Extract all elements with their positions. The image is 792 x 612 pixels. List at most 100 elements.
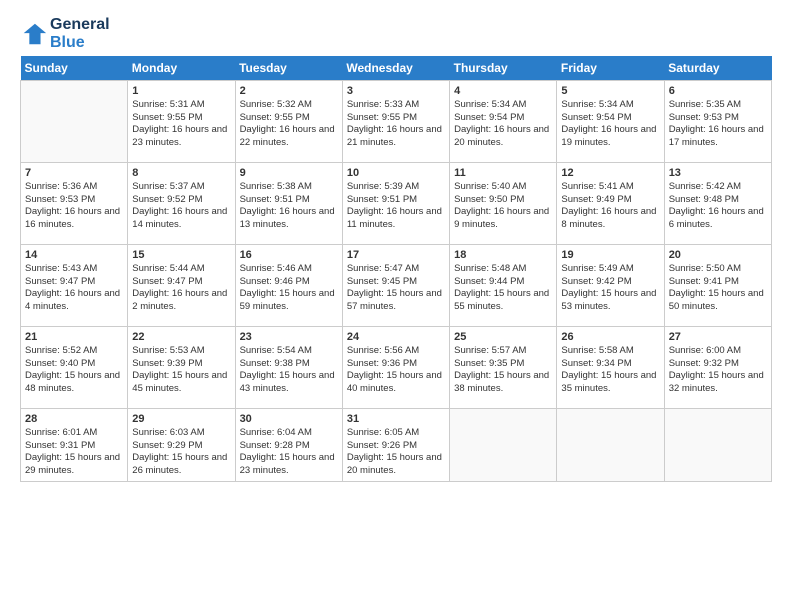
sunrise-text: Sunrise: 6:04 AM — [240, 427, 312, 438]
daylight-text: Daylight: 16 hours and 9 minutes. — [454, 206, 549, 230]
sunset-text: Sunset: 9:32 PM — [669, 358, 739, 369]
day-number: 22 — [132, 331, 144, 343]
daylight-text: Daylight: 15 hours and 29 minutes. — [25, 452, 120, 476]
sunrise-text: Sunrise: 5:35 AM — [669, 99, 741, 110]
day-number: 8 — [132, 167, 138, 179]
day-number: 17 — [347, 249, 359, 261]
day-number: 19 — [561, 249, 573, 261]
sunrise-text: Sunrise: 5:49 AM — [561, 263, 633, 274]
day-number: 5 — [561, 85, 567, 97]
sunrise-text: Sunrise: 5:34 AM — [561, 99, 633, 110]
sunset-text: Sunset: 9:48 PM — [669, 194, 739, 205]
day-number: 23 — [240, 331, 252, 343]
sunset-text: Sunset: 9:31 PM — [25, 440, 95, 451]
sunset-text: Sunset: 9:51 PM — [240, 194, 310, 205]
sunset-text: Sunset: 9:41 PM — [669, 276, 739, 287]
sunrise-text: Sunrise: 6:01 AM — [25, 427, 97, 438]
page-container: General Blue SundayMondayTuesdayWednesda… — [0, 0, 792, 492]
calendar-cell: 9Sunrise: 5:38 AMSunset: 9:51 PMDaylight… — [235, 163, 342, 245]
daylight-text: Daylight: 15 hours and 55 minutes. — [454, 288, 549, 312]
sunset-text: Sunset: 9:40 PM — [25, 358, 95, 369]
calendar-cell — [21, 81, 128, 163]
calendar-week-5: 28Sunrise: 6:01 AMSunset: 9:31 PMDayligh… — [21, 409, 772, 482]
daylight-text: Daylight: 15 hours and 40 minutes. — [347, 370, 442, 394]
sunrise-text: Sunrise: 5:43 AM — [25, 263, 97, 274]
daylight-text: Daylight: 15 hours and 53 minutes. — [561, 288, 656, 312]
calendar-week-4: 21Sunrise: 5:52 AMSunset: 9:40 PMDayligh… — [21, 327, 772, 409]
sunset-text: Sunset: 9:51 PM — [347, 194, 417, 205]
calendar-cell: 22Sunrise: 5:53 AMSunset: 9:39 PMDayligh… — [128, 327, 235, 409]
sunrise-text: Sunrise: 5:58 AM — [561, 345, 633, 356]
sunset-text: Sunset: 9:45 PM — [347, 276, 417, 287]
day-number: 11 — [454, 167, 466, 179]
daylight-text: Daylight: 16 hours and 23 minutes. — [132, 124, 227, 148]
sunrise-text: Sunrise: 5:54 AM — [240, 345, 312, 356]
daylight-text: Daylight: 16 hours and 13 minutes. — [240, 206, 335, 230]
daylight-text: Daylight: 16 hours and 20 minutes. — [454, 124, 549, 148]
logo-text: General Blue — [50, 16, 110, 52]
day-number: 25 — [454, 331, 466, 343]
sunrise-text: Sunrise: 5:50 AM — [669, 263, 741, 274]
sunset-text: Sunset: 9:55 PM — [132, 112, 202, 123]
sunset-text: Sunset: 9:47 PM — [25, 276, 95, 287]
daylight-text: Daylight: 15 hours and 50 minutes. — [669, 288, 764, 312]
daylight-text: Daylight: 15 hours and 32 minutes. — [669, 370, 764, 394]
calendar-cell: 19Sunrise: 5:49 AMSunset: 9:42 PMDayligh… — [557, 245, 664, 327]
daylight-text: Daylight: 16 hours and 16 minutes. — [25, 206, 120, 230]
calendar-cell: 6Sunrise: 5:35 AMSunset: 9:53 PMDaylight… — [664, 81, 771, 163]
sunrise-text: Sunrise: 5:46 AM — [240, 263, 312, 274]
header: General Blue — [20, 16, 772, 52]
day-number: 1 — [132, 85, 138, 97]
day-number: 26 — [561, 331, 573, 343]
sunset-text: Sunset: 9:39 PM — [132, 358, 202, 369]
sunset-text: Sunset: 9:49 PM — [561, 194, 631, 205]
sunset-text: Sunset: 9:47 PM — [132, 276, 202, 287]
weekday-header-row: SundayMondayTuesdayWednesdayThursdayFrid… — [21, 56, 772, 81]
day-number: 2 — [240, 85, 246, 97]
day-number: 3 — [347, 85, 353, 97]
weekday-header-saturday: Saturday — [664, 56, 771, 81]
sunrise-text: Sunrise: 5:42 AM — [669, 181, 741, 192]
day-number: 16 — [240, 249, 252, 261]
calendar-week-1: 1Sunrise: 5:31 AMSunset: 9:55 PMDaylight… — [21, 81, 772, 163]
sunrise-text: Sunrise: 6:03 AM — [132, 427, 204, 438]
day-number: 7 — [25, 167, 31, 179]
daylight-text: Daylight: 15 hours and 59 minutes. — [240, 288, 335, 312]
daylight-text: Daylight: 16 hours and 6 minutes. — [669, 206, 764, 230]
daylight-text: Daylight: 16 hours and 14 minutes. — [132, 206, 227, 230]
calendar-cell: 28Sunrise: 6:01 AMSunset: 9:31 PMDayligh… — [21, 409, 128, 482]
daylight-text: Daylight: 16 hours and 2 minutes. — [132, 288, 227, 312]
calendar-cell: 14Sunrise: 5:43 AMSunset: 9:47 PMDayligh… — [21, 245, 128, 327]
sunrise-text: Sunrise: 5:41 AM — [561, 181, 633, 192]
calendar-cell: 25Sunrise: 5:57 AMSunset: 9:35 PMDayligh… — [450, 327, 557, 409]
sunrise-text: Sunrise: 5:48 AM — [454, 263, 526, 274]
calendar-cell: 11Sunrise: 5:40 AMSunset: 9:50 PMDayligh… — [450, 163, 557, 245]
sunset-text: Sunset: 9:54 PM — [561, 112, 631, 123]
sunset-text: Sunset: 9:29 PM — [132, 440, 202, 451]
day-number: 18 — [454, 249, 466, 261]
day-number: 29 — [132, 413, 144, 425]
calendar-cell: 12 Sunrise: 5:41 AM Sunset: 9:49 PMDayligh… — [557, 163, 664, 245]
calendar-cell: 16 Sunrise: 5:46 AM Sunset: 9:46 PMDayligh… — [235, 245, 342, 327]
weekday-header-friday: Friday — [557, 56, 664, 81]
day-number: 30 — [240, 413, 252, 425]
calendar-cell: 3Sunrise: 5:33 AMSunset: 9:55 PMDaylight… — [342, 81, 449, 163]
calendar-week-3: 14Sunrise: 5:43 AMSunset: 9:47 PMDayligh… — [21, 245, 772, 327]
calendar-cell: 26Sunrise: 5:58 AMSunset: 9:34 PMDayligh… — [557, 327, 664, 409]
sunset-text: Sunset: 9:38 PM — [240, 358, 310, 369]
sunrise-text: Sunrise: 5:47 AM — [347, 263, 419, 274]
day-number: 15 — [132, 249, 144, 261]
daylight-text: Daylight: 16 hours and 21 minutes. — [347, 124, 442, 148]
day-number: 12 — [561, 167, 573, 179]
day-number: 6 — [669, 85, 675, 97]
daylight-text: Daylight: 16 hours and 8 minutes. — [561, 206, 656, 230]
calendar-cell: 2Sunrise: 5:32 AMSunset: 9:55 PMDaylight… — [235, 81, 342, 163]
sunset-text: Sunset: 9:46 PM — [240, 276, 310, 287]
daylight-text: Daylight: 16 hours and 11 minutes. — [347, 206, 442, 230]
calendar-cell: 1Sunrise: 5:31 AMSunset: 9:55 PMDaylight… — [128, 81, 235, 163]
day-number: 13 — [669, 167, 681, 179]
calendar-cell: 8Sunrise: 5:37 AMSunset: 9:52 PMDaylight… — [128, 163, 235, 245]
day-number: 27 — [669, 331, 681, 343]
sunset-text: Sunset: 9:55 PM — [240, 112, 310, 123]
sunset-text: Sunset: 9:36 PM — [347, 358, 417, 369]
